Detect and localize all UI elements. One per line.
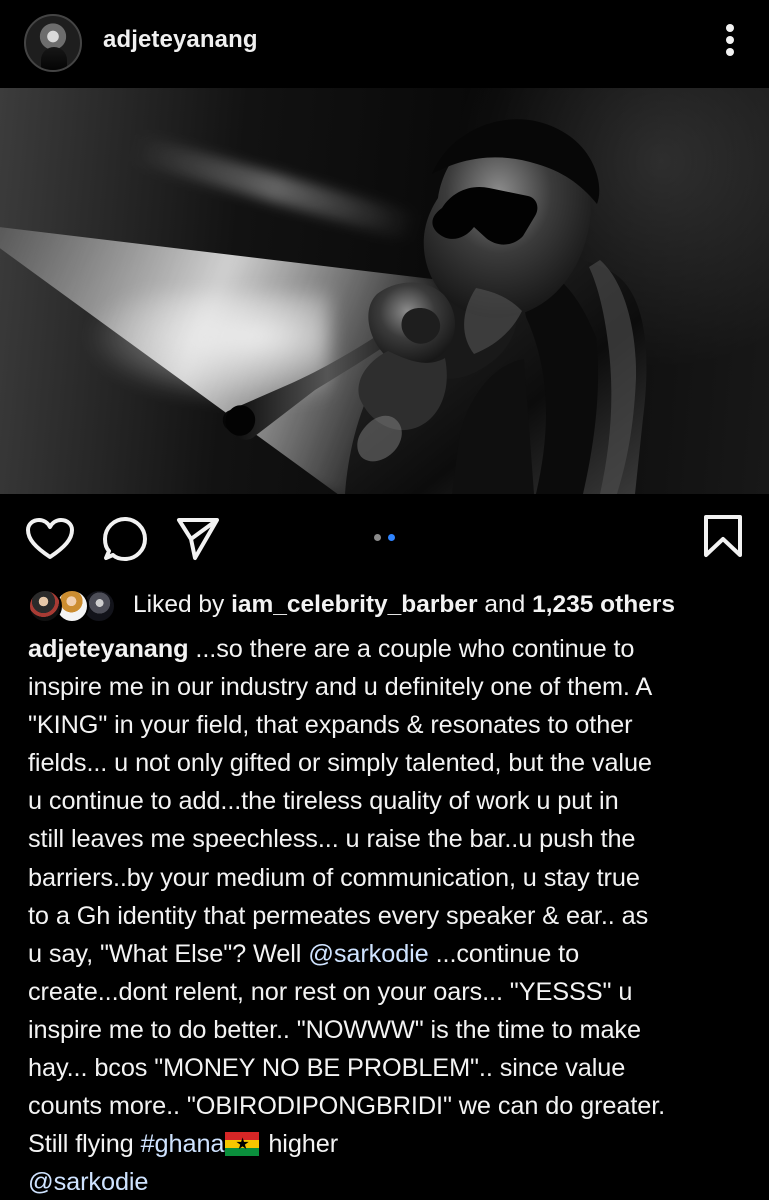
carousel-dot-active xyxy=(388,534,395,541)
performer-photo xyxy=(222,119,647,494)
profile-avatar[interactable] xyxy=(24,14,82,72)
share-icon[interactable] xyxy=(175,515,221,563)
post-username[interactable]: adjeteyanang xyxy=(103,26,258,54)
post-caption: adjeteyanang ...so there are a couple wh… xyxy=(28,630,748,1200)
caption-line: hay... bcos "MONEY NO BE PROBLEM".. sinc… xyxy=(28,1054,626,1083)
more-options-icon[interactable] xyxy=(723,22,737,62)
more-dot xyxy=(726,48,734,56)
caption-line: fields... u not only gifted or simply ta… xyxy=(28,749,652,778)
likes-text[interactable]: Liked by iam_celebrity_barber and 1,235 … xyxy=(133,590,675,620)
likes-count[interactable]: 1,235 others xyxy=(532,591,675,618)
caption-text: ...so there are a couple who continue to xyxy=(188,635,635,663)
bookmark-icon[interactable] xyxy=(702,514,744,558)
caption-mention[interactable]: @sarkodie xyxy=(28,1168,149,1196)
caption-line: create...dont relent, nor rest on your o… xyxy=(28,977,633,1006)
caption-hashtag[interactable]: #ghana xyxy=(141,1130,225,1158)
caption-text: u say, "What Else"? Well xyxy=(28,939,309,968)
caption-line: u say, "What Else"? Well @sarkodie ...co… xyxy=(28,935,748,973)
caption-text: Still flying xyxy=(28,1130,141,1159)
caption-line: barriers..by your medium of communicatio… xyxy=(28,863,640,892)
carousel-indicator xyxy=(371,532,401,542)
liker-avatar xyxy=(28,589,62,623)
caption-line: inspire me to do better.. "NOWWW" is the… xyxy=(28,1015,641,1044)
caption-line: Still flying #ghana higher xyxy=(28,1125,748,1163)
more-dot xyxy=(726,24,734,32)
caption-line: u continue to add...the tireless quality… xyxy=(28,787,619,816)
more-dot xyxy=(726,36,734,44)
likes-summary[interactable]: Liked by iam_celebrity_barber and 1,235 … xyxy=(0,584,769,626)
likes-connector: and xyxy=(477,591,533,618)
avatar-figure xyxy=(41,47,67,70)
post-header: adjeteyanang xyxy=(0,0,769,88)
liker-username[interactable]: iam_celebrity_barber xyxy=(231,591,478,618)
caption-text: higher xyxy=(261,1130,339,1159)
caption-text: ...continue to xyxy=(428,939,580,968)
caption-line: still leaves me speechless... u raise th… xyxy=(28,825,636,854)
caption-username[interactable]: adjeteyanang xyxy=(28,635,189,663)
carousel-dot-inactive xyxy=(374,534,381,541)
caption-line: counts more.. "OBIRODIPONGBRIDI" we can … xyxy=(28,1092,666,1121)
caption-line: inspire me in our industry and u definit… xyxy=(28,673,653,702)
ghana-flag-icon xyxy=(225,1132,260,1157)
caption-line: "KING" in your field, that expands & res… xyxy=(28,711,633,740)
caption-line: adjeteyanang ...so there are a couple wh… xyxy=(28,630,748,668)
post-actions xyxy=(0,494,769,584)
caption-line: to a Gh identity that permeates every sp… xyxy=(28,901,649,930)
heart-icon[interactable] xyxy=(24,518,76,562)
caption-line: @sarkodie xyxy=(28,1163,748,1200)
comment-icon[interactable] xyxy=(101,514,151,564)
caption-mention[interactable]: @sarkodie xyxy=(308,940,429,968)
post-image[interactable] xyxy=(0,88,769,494)
likes-prefix: Liked by xyxy=(133,591,232,618)
